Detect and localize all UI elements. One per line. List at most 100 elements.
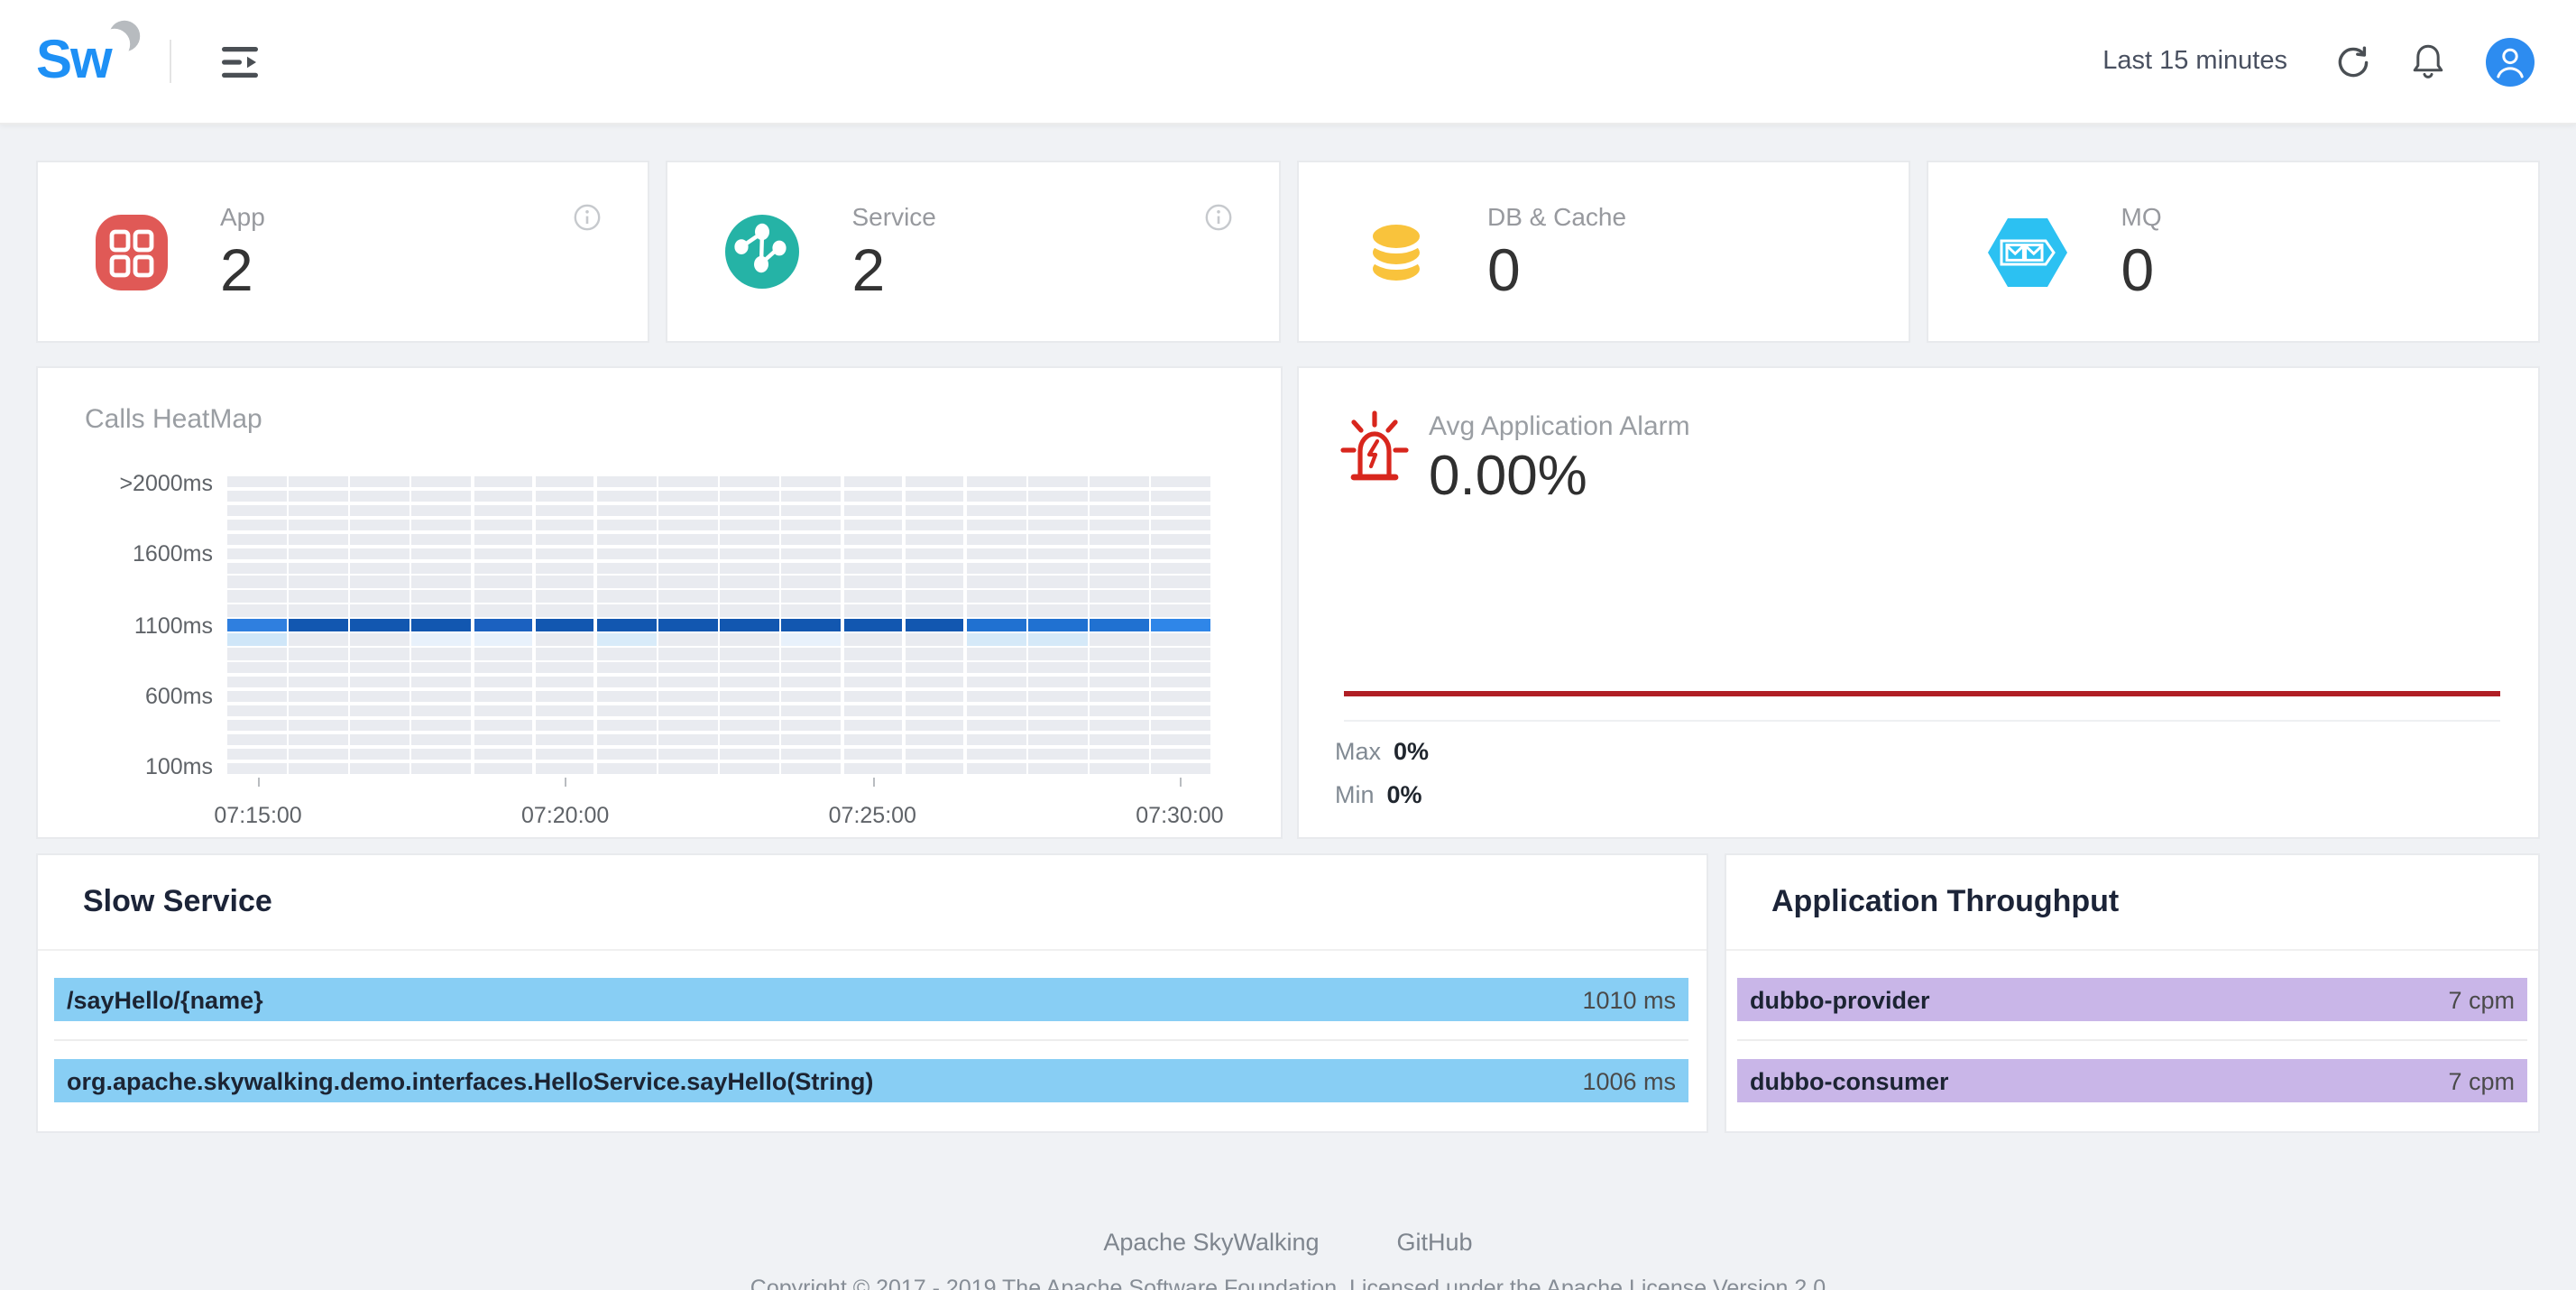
alarm-siren-icon: [1340, 408, 1409, 507]
alarm-min-row: Min 0%: [1335, 781, 1422, 808]
heatmap-cell: [967, 562, 1026, 574]
heatmap-y-label: 1600ms: [69, 541, 213, 567]
heatmap-cell: [843, 705, 902, 717]
heatmap-cell: [967, 520, 1026, 531]
heatmap-cell: [1028, 505, 1087, 517]
heatmap-cell: [536, 491, 594, 502]
skywalking-logo[interactable]: Sw: [36, 25, 144, 97]
heatmap-y-label: 100ms: [69, 754, 213, 779]
slow-service-bar[interactable]: /sayHello/{name} 1010 ms: [54, 978, 1688, 1021]
slow-service-bar[interactable]: org.apache.skywalking.demo.interfaces.He…: [54, 1059, 1688, 1102]
heatmap-cell: [412, 705, 471, 717]
refresh-button[interactable]: [2336, 44, 2370, 78]
info-icon: [1204, 204, 1231, 231]
heatmap-cell: [658, 562, 717, 574]
heatmap-cell: [905, 548, 963, 559]
heatmap-x-tick: [872, 778, 874, 787]
collapse-menu-button[interactable]: [222, 46, 258, 77]
heatmap-cell: [289, 705, 347, 717]
time-range-selector[interactable]: Last 15 minutes: [2102, 47, 2287, 76]
stat-value: 2: [220, 237, 265, 302]
heatmap-cell: [412, 605, 471, 617]
heatmap-cell: [227, 620, 286, 631]
stat-text: DB & Cache 0: [1487, 201, 1626, 302]
heatmap-cell: [474, 562, 532, 574]
heatmap-cell: [351, 562, 409, 574]
heatmap-cell: [351, 548, 409, 559]
heatmap-cell: [536, 576, 594, 588]
heatmap-cell: [721, 762, 779, 774]
heatmap-x-label: 07:30:00: [1136, 803, 1223, 828]
heatmap-cell: [1152, 648, 1210, 659]
calls-heatmap-panel: Calls HeatMap >2000ms1600ms1100ms600ms10…: [36, 366, 1283, 839]
heatmap-cell: [1152, 491, 1210, 502]
heatmap-cell: [597, 677, 656, 688]
heatmap-cell: [536, 720, 594, 732]
application-name: dubbo-consumer: [1750, 1067, 1949, 1094]
heatmap-cell: [597, 476, 656, 488]
heatmap-cell: [412, 691, 471, 703]
heatmap-cell: [1028, 748, 1087, 760]
heatmap-cell: [1090, 762, 1148, 774]
heatmap-cell: [289, 691, 347, 703]
heatmap-cell: [289, 548, 347, 559]
heatmap-cell: [1090, 662, 1148, 674]
heatmap-cell: [1028, 720, 1087, 732]
info-icon: [575, 204, 602, 231]
heatmap-cell: [905, 633, 963, 645]
throughput-bar[interactable]: dubbo-provider 7 cpm: [1737, 978, 2527, 1021]
heatmap-cell: [1028, 576, 1087, 588]
heatmap-cell: [351, 691, 409, 703]
heatmap-cell: [474, 491, 532, 502]
heatmap-cell: [289, 562, 347, 574]
stat-text: MQ 0: [2121, 201, 2162, 302]
heatmap-cell: [658, 705, 717, 717]
throughput-bar[interactable]: dubbo-consumer 7 cpm: [1737, 1059, 2527, 1102]
heatmap-cell: [351, 662, 409, 674]
heatmap-cell: [782, 705, 841, 717]
heatmap-cell: [782, 762, 841, 774]
slow-service-title: Slow Service: [83, 884, 272, 920]
heatmap-cell: [536, 677, 594, 688]
notifications-button[interactable]: [2412, 43, 2444, 79]
heatmap-cell: [1090, 648, 1148, 659]
heatmap-cell: [1028, 533, 1087, 545]
navbar-right: Last 15 minutes: [2102, 37, 2535, 86]
charts-row: Calls HeatMap >2000ms1600ms1100ms600ms10…: [36, 366, 2540, 839]
heatmap-cell: [1028, 491, 1087, 502]
stat-label: DB & Cache: [1487, 201, 1626, 230]
heatmap-cell: [1028, 762, 1087, 774]
user-avatar[interactable]: [2486, 37, 2535, 86]
heatmap-cell: [905, 591, 963, 603]
heatmap-cell: [905, 662, 963, 674]
heatmap-cell: [1152, 505, 1210, 517]
heatmap-cell: [905, 476, 963, 488]
footer-link-github[interactable]: GitHub: [1397, 1229, 1473, 1256]
heatmap-cell: [658, 520, 717, 531]
heatmap-cell: [227, 762, 286, 774]
heatmap-cell: [782, 576, 841, 588]
heatmap-y-label: 600ms: [69, 684, 213, 709]
heatmap-cell: [412, 576, 471, 588]
alarm-axis-line: [1344, 720, 2500, 722]
heatmap-cell: [721, 562, 779, 574]
service-info-button[interactable]: [1204, 204, 1231, 231]
heatmap-cell: [1152, 520, 1210, 531]
heatmap-cell: [843, 748, 902, 760]
heatmap-cell: [1152, 533, 1210, 545]
heatmap-cell: [905, 748, 963, 760]
heatmap-cell: [1152, 748, 1210, 760]
heatmap-cell: [967, 633, 1026, 645]
heatmap-cell: [658, 505, 717, 517]
heatmap-grid: [227, 476, 1210, 774]
heatmap-cell: [782, 633, 841, 645]
heatmap-cell: [721, 648, 779, 659]
heatmap-cell: [658, 591, 717, 603]
heatmap-x-label: 07:15:00: [214, 803, 301, 828]
alarm-max-row: Max 0%: [1335, 738, 1429, 765]
heatmap-cell: [289, 533, 347, 545]
footer-link-apache-skywalking[interactable]: Apache SkyWalking: [1103, 1229, 1319, 1256]
heatmap-cell: [597, 691, 656, 703]
app-info-button[interactable]: [575, 204, 602, 231]
heatmap-cell: [967, 691, 1026, 703]
